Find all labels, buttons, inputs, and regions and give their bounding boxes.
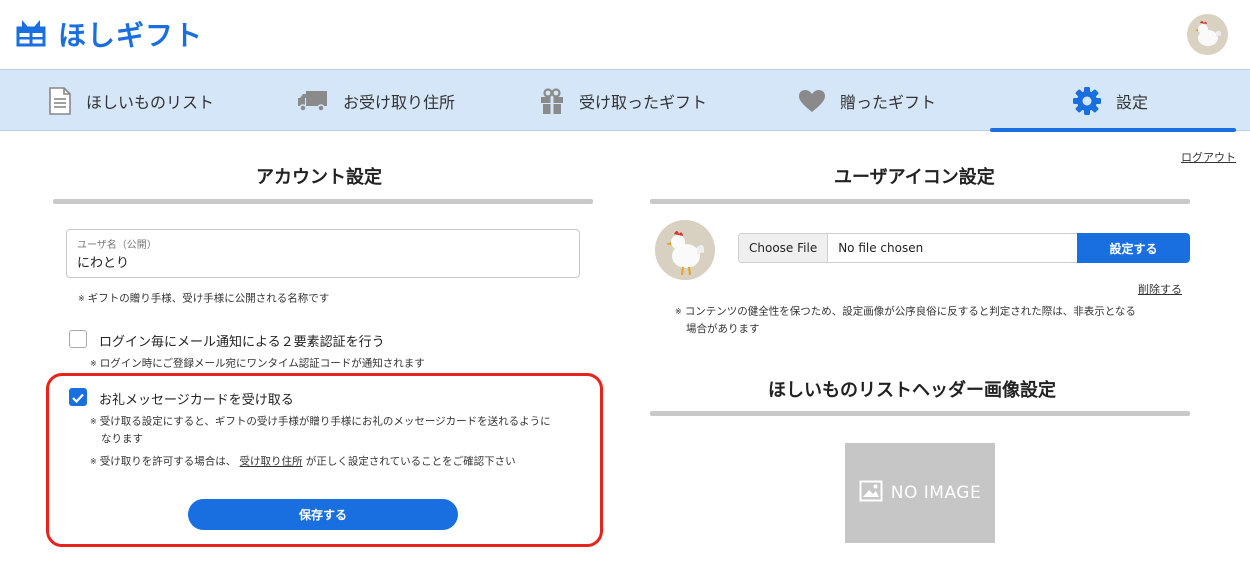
truck-icon <box>297 89 329 113</box>
gift-box-icon <box>16 17 46 51</box>
header-image-placeholder[interactable]: NO IMAGE <box>845 443 995 543</box>
tab-sent-gifts[interactable]: 贈ったギフト <box>798 70 936 132</box>
account-settings-title: アカウント設定 <box>256 167 382 188</box>
set-icon-button[interactable]: 設定する <box>1077 233 1190 263</box>
tab-settings[interactable]: 設定 <box>1072 70 1148 132</box>
section-divider <box>650 199 1190 204</box>
user-icon-preview <box>655 220 715 280</box>
image-icon <box>859 480 883 507</box>
twofa-note: ※ ログイン時にご登録メール宛にワンタイム認証コードが通知されます <box>90 357 425 370</box>
twofa-label[interactable]: ログイン毎にメール通知による２要素認証を行う <box>99 331 385 350</box>
checkmark-icon <box>72 388 84 407</box>
address-link[interactable]: 受け取り住所 <box>240 456 303 468</box>
choose-file-button[interactable]: Choose File <box>739 234 829 262</box>
twofa-checkbox[interactable] <box>69 330 87 348</box>
save-button[interactable]: 保存する <box>188 499 458 530</box>
tab-wishlist[interactable]: ほしいものリスト <box>48 70 214 132</box>
icon-note: ※ コンテンツの健全性を保つため、設定画像が公序良俗に反すると判定された際は、非表… <box>675 305 1136 335</box>
address-note: ※ 受け取りを許可する場合は、 受け取り住所 が正しく設定されていることをご確認下… <box>90 455 516 468</box>
tab-label: 受け取ったギフト <box>579 93 708 112</box>
message-card-note: ※ 受け取る設定にすると、ギフトの受け手様が贈り手様にお礼のメッセージカードを送れ… <box>90 415 551 445</box>
logo[interactable]: ほしギフト <box>16 14 203 54</box>
username-note: ※ ギフトの贈り手様、受け手様に公開される名称です <box>78 292 330 305</box>
brand-name: ほしギフト <box>58 19 204 52</box>
document-list-icon <box>48 87 72 115</box>
tab-address[interactable]: お受け取り住所 <box>297 70 455 132</box>
heart-icon <box>798 89 826 113</box>
gear-icon <box>1072 86 1102 116</box>
gift-icon <box>539 87 565 115</box>
username-label: ユーザ名（公開） <box>77 240 157 251</box>
tab-label: 贈ったギフト <box>840 93 937 112</box>
header-image-settings-title: ほしいものリストヘッダー画像設定 <box>768 380 1056 401</box>
tab-label: 設定 <box>1116 93 1149 112</box>
tab-label: お受け取り住所 <box>343 93 456 112</box>
username-field[interactable]: ユーザ名（公開） にわとり <box>66 229 580 278</box>
user-icon-settings-title: ユーザアイコン設定 <box>834 167 995 188</box>
logout-link[interactable]: ログアウト <box>1181 149 1236 165</box>
tab-received-gifts[interactable]: 受け取ったギフト <box>539 70 707 132</box>
section-divider <box>53 199 593 204</box>
delete-icon-link[interactable]: 削除する <box>1138 281 1182 297</box>
active-tab-indicator <box>990 128 1236 132</box>
message-card-label[interactable]: お礼メッセージカードを受け取る <box>99 389 294 408</box>
top-bar: ほしギフト <box>0 0 1250 69</box>
no-image-label: NO IMAGE <box>890 483 982 503</box>
file-input[interactable]: Choose File No file chosen <box>738 233 1078 263</box>
tab-label: ほしいものリスト <box>86 93 215 112</box>
section-divider <box>650 411 1190 416</box>
username-value[interactable]: にわとり <box>77 252 129 271</box>
main-nav: ほしいものリスト お受け取り住所 受け取ったギフト 贈ったギフト 設定 <box>0 69 1250 132</box>
user-avatar[interactable] <box>1187 14 1228 55</box>
message-card-checkbox[interactable] <box>69 388 87 406</box>
file-status: No file chosen <box>838 241 924 255</box>
